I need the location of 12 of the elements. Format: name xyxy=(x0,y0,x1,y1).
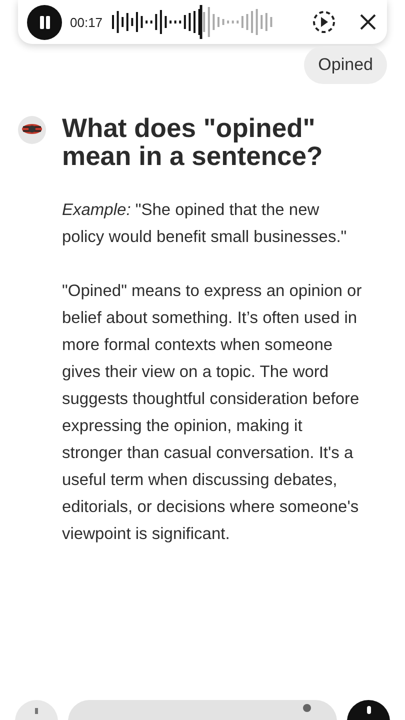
replay-icon xyxy=(311,9,337,35)
pause-icon xyxy=(38,16,50,28)
pause-button[interactable] xyxy=(27,4,62,40)
close-button[interactable] xyxy=(359,13,377,31)
user-message: Opined xyxy=(304,46,387,84)
answer-paragraph: "Opined" means to express an opinion or belief about something. It’s often used in more formal contexts when someone gives their view on a topic. The word suggests thoughtful consideration before expressing the opinion, making it stronger than casual conversation. It's a useful term when discussing debates, editorials, or decisions where someone's viewpoint is significant. xyxy=(62,281,362,545)
answer-paragraph: Example: "She opined that the new policy would benefit small businesses." xyxy=(62,200,348,248)
answer-title: What does "opined" mean in a sentence? xyxy=(62,114,324,170)
playback-time: 00:17 xyxy=(70,14,103,30)
close-icon xyxy=(359,13,377,31)
avatar-icon xyxy=(18,116,46,144)
replay-button[interactable] xyxy=(311,9,337,35)
